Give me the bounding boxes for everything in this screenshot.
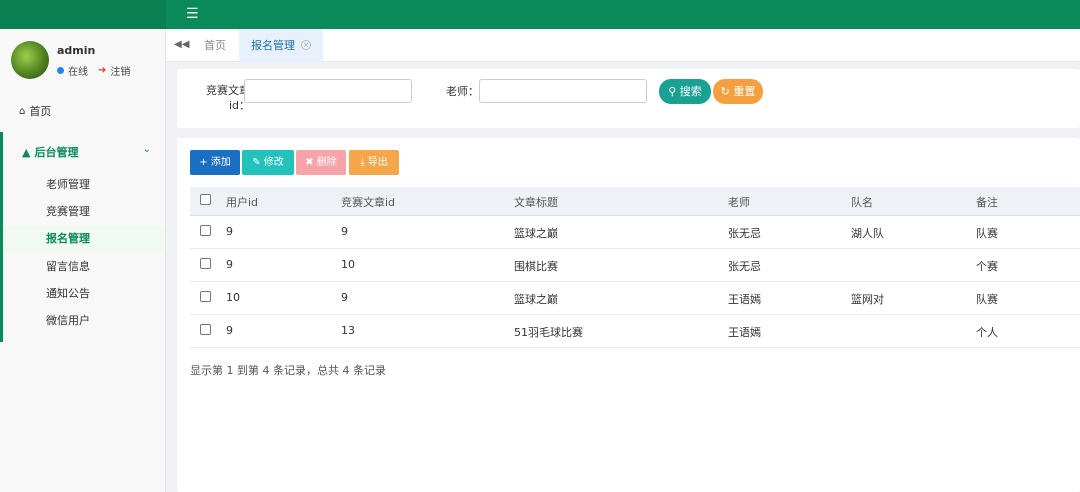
edit-button[interactable]: ✎ 修改: [242, 150, 294, 175]
tab-registrations[interactable]: 报名管理 ×: [239, 29, 323, 62]
table-header: 用户id 竞赛文章id 文章标题 老师 队名 备注: [190, 187, 1080, 216]
edit-button-label: 修改: [263, 157, 284, 168]
sidebar-item-notices[interactable]: 通知公告: [46, 285, 90, 301]
table-cell: 51羽毛球比赛: [514, 326, 583, 339]
home-icon: ⌂: [19, 105, 26, 117]
sidebar-item-messages[interactable]: 留言信息: [46, 258, 90, 274]
search-panel: 竞赛文章id： 老师： ⚲ 搜索 ↻ 重置: [177, 69, 1080, 128]
online-dot-icon: [57, 67, 64, 74]
search-icon: ⚲: [668, 85, 677, 98]
row-checkbox[interactable]: [200, 225, 211, 236]
table-row[interactable]: 9 9 篮球之巅 张无忌 湖人队 队赛: [190, 216, 1080, 249]
close-icon[interactable]: ×: [301, 40, 311, 50]
sidebar-item-competitions[interactable]: 竞赛管理: [46, 203, 90, 219]
table-cell: 10: [341, 258, 355, 271]
logout-link[interactable]: 注销: [110, 63, 130, 78]
reset-button-label: 重置: [733, 85, 756, 98]
teacher-label: 老师：: [446, 85, 479, 98]
table-cell: 9: [341, 291, 348, 304]
tab-strip: ◀◀ 首页 报名管理 ×: [166, 29, 1080, 62]
sidebar-item-teachers[interactable]: 老师管理: [46, 176, 90, 192]
table-row[interactable]: 10 9 篮球之巅 王语嫣 篮网对 队赛: [190, 282, 1080, 315]
row-checkbox[interactable]: [200, 291, 211, 302]
chevron-down-icon[interactable]: ⌄: [143, 144, 151, 155]
table-cell: 围棋比赛: [514, 260, 558, 273]
teacher-input[interactable]: [479, 79, 647, 103]
reset-button[interactable]: ↻ 重置: [713, 79, 763, 104]
table-cell: 篮球之巅: [514, 227, 558, 240]
delete-button[interactable]: ✖ 删除: [296, 150, 346, 175]
sidebar-item-home-label: 首页: [29, 105, 52, 118]
article-id-label: 竞赛文章id：: [206, 84, 250, 112]
table-cell: 王语嫣: [728, 326, 761, 339]
table-cell: 队赛: [976, 227, 998, 240]
row-checkbox[interactable]: [200, 324, 211, 335]
table-cell: 9: [341, 225, 348, 238]
search-button-label: 搜索: [679, 85, 702, 98]
download-icon: ⤓: [360, 157, 365, 168]
table-cell: 9: [226, 324, 233, 337]
column-header[interactable]: 备注: [976, 194, 998, 210]
add-button[interactable]: + 添加: [190, 150, 240, 175]
table-row[interactable]: 9 10 围棋比赛 张无忌 个赛: [190, 249, 1080, 282]
double-chevron-left-icon[interactable]: ◀◀: [174, 39, 189, 50]
user-status: 在线 ➜ 注销: [57, 63, 130, 78]
table-cell: 篮球之巅: [514, 293, 558, 306]
edit-icon: ✎: [252, 157, 261, 168]
refresh-icon: ↻: [720, 85, 730, 98]
sidebar-group-label: 后台管理: [34, 146, 79, 159]
column-header[interactable]: 竞赛文章id: [341, 194, 395, 210]
export-button[interactable]: ⤓ 导出: [349, 150, 399, 175]
hamburger-icon[interactable]: ☰: [186, 4, 202, 24]
sidebar-group-admin: ▲ 后台管理 ⌄ 老师管理 竞赛管理 报名管理 留言信息 通知公告 微信用户: [0, 132, 165, 342]
top-bar: ☰: [0, 0, 1080, 29]
delete-button-label: 删除: [316, 157, 337, 168]
table-cell: 个赛: [976, 260, 998, 273]
table-cell: 张无忌: [728, 227, 761, 240]
plus-icon: +: [199, 157, 208, 168]
table-cell: 湖人队: [851, 227, 884, 240]
pagination-summary: 显示第 1 到第 4 条记录，总共 4 条记录: [190, 364, 386, 377]
column-header[interactable]: 老师: [728, 194, 750, 210]
avatar: [11, 41, 49, 79]
table-cell: 9: [226, 258, 233, 271]
table-row[interactable]: 9 13 51羽毛球比赛 王语嫣 个人: [190, 315, 1080, 348]
table-cell: 个人: [976, 326, 998, 339]
article-id-input[interactable]: [244, 79, 412, 103]
online-status: 在线: [68, 67, 88, 78]
select-all-checkbox[interactable]: [200, 194, 211, 205]
table-panel: + 添加 ✎ 修改 ✖ 删除 ⤓ 导出 用户id 竞赛文章id 文章标题 老师 …: [177, 138, 1080, 492]
add-button-label: 添加: [210, 157, 231, 168]
logo-area: [0, 0, 166, 29]
user-name: admin: [57, 44, 96, 57]
sidebar-item-wechat-users[interactable]: 微信用户: [46, 312, 90, 328]
tree-icon: ▲: [22, 145, 31, 159]
table-cell: 篮网对: [851, 293, 884, 306]
sidebar-item-home[interactable]: ⌂ 首页: [19, 103, 51, 119]
table-cell: 10: [226, 291, 240, 304]
row-checkbox[interactable]: [200, 258, 211, 269]
column-header[interactable]: 队名: [851, 194, 873, 210]
table-cell: 9: [226, 225, 233, 238]
table-cell: 张无忌: [728, 260, 761, 273]
sidebar: admin 在线 ➜ 注销 ⌂ 首页 ▲ 后台管理 ⌄ 老师管理 竞赛管理 报名…: [0, 29, 166, 492]
sidebar-group-head[interactable]: ▲ 后台管理: [22, 144, 78, 160]
table-cell: 队赛: [976, 293, 998, 306]
delete-icon: ✖: [305, 157, 314, 168]
tab-home[interactable]: 首页: [204, 29, 226, 62]
sidebar-item-registrations[interactable]: 报名管理: [46, 230, 90, 246]
table-cell: 王语嫣: [728, 293, 761, 306]
search-button[interactable]: ⚲ 搜索: [659, 79, 711, 104]
tab-registrations-label: 报名管理: [251, 39, 295, 52]
export-button-label: 导出: [367, 157, 388, 168]
table-cell: 13: [341, 324, 355, 337]
column-header[interactable]: 文章标题: [514, 194, 558, 210]
logout-icon[interactable]: ➜: [98, 65, 106, 76]
column-header[interactable]: 用户id: [226, 194, 258, 210]
